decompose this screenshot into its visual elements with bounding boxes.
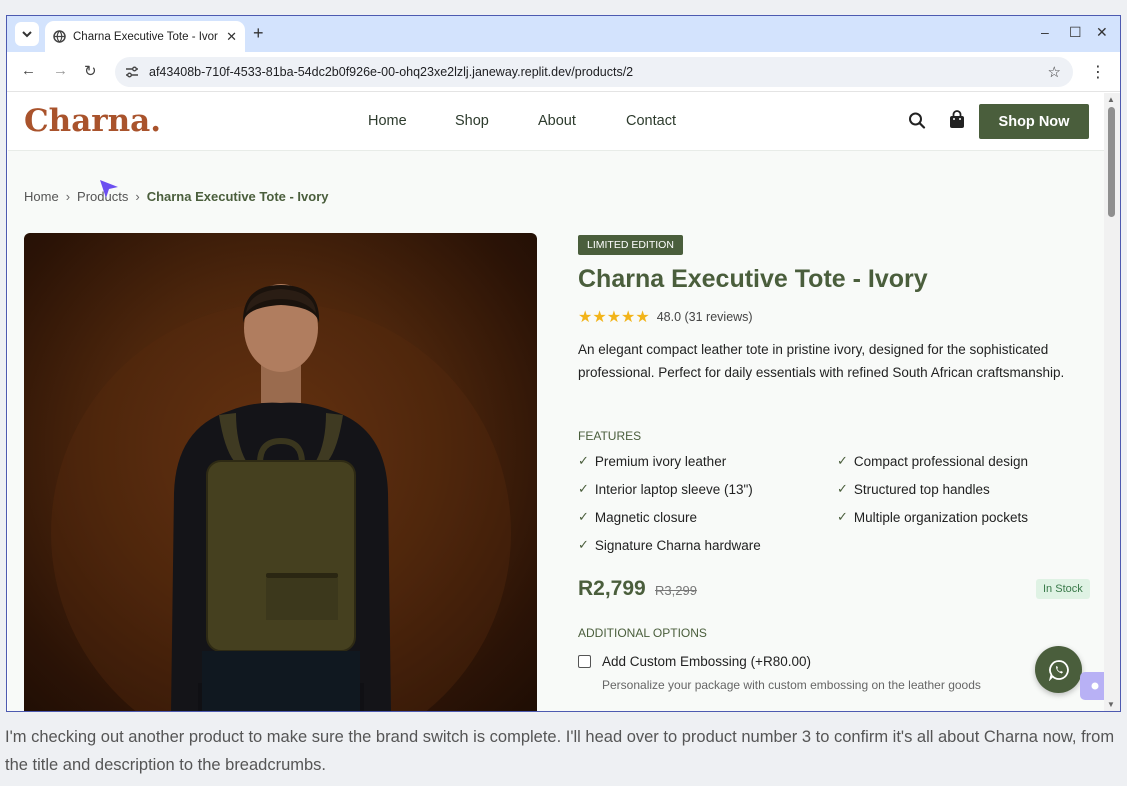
feature-item: ✓ Signature Charna hardware	[578, 537, 761, 553]
site-settings-icon[interactable]	[125, 66, 139, 78]
nav-shop[interactable]: Shop	[455, 113, 489, 129]
feature-item: ✓ Premium ivory leather	[578, 453, 727, 469]
embossing-description: Personalize your package with custom emb…	[602, 678, 981, 692]
dot-icon	[1091, 682, 1099, 690]
tab-title: Charna Executive Tote - Ivory	[73, 30, 218, 43]
checkmark-icon: ✓	[578, 509, 589, 524]
tab-close-icon[interactable]: ✕	[226, 29, 237, 45]
bookmark-star-icon[interactable]: ☆	[1048, 63, 1061, 81]
search-icon[interactable]	[908, 109, 926, 131]
site-logo[interactable]: Charna.	[24, 103, 161, 139]
url-field[interactable]: af43408b-710f-4533-81ba-54dc2b0f926e-00-…	[115, 57, 1073, 87]
feature-item: ✓ Magnetic closure	[578, 509, 697, 525]
page-viewport: Charna. Home Shop About Contact Shop Now…	[8, 93, 1104, 711]
product-title: Charna Executive Tote - Ivory	[578, 265, 928, 293]
checkmark-icon: ✓	[578, 481, 589, 496]
reload-icon[interactable]: ↻	[84, 62, 97, 80]
url-text: af43408b-710f-4533-81ba-54dc2b0f926e-00-…	[149, 65, 634, 79]
checkmark-icon: ✓	[837, 481, 848, 496]
tab-search-button[interactable]	[15, 22, 39, 46]
nav-about[interactable]: About	[538, 113, 576, 129]
vertical-scrollbar[interactable]: ▲ ▼	[1104, 93, 1120, 711]
checkmark-icon: ✓	[837, 509, 848, 524]
limited-edition-badge: LIMITED EDITION	[578, 235, 683, 255]
tab-strip: Charna Executive Tote - Ivory ✕ + – ☐ ✕	[7, 16, 1120, 52]
minimize-button[interactable]: –	[1041, 24, 1049, 40]
chevron-right-icon: ›	[135, 189, 140, 204]
product-description: An elegant compact leather tote in prist…	[578, 342, 1065, 380]
nav-contact[interactable]: Contact	[626, 113, 676, 129]
browser-window: Charna Executive Tote - Ivory ✕ + – ☐ ✕ …	[6, 15, 1121, 712]
scroll-down-arrow-icon[interactable]: ▼	[1107, 700, 1115, 709]
nav-home[interactable]: Home	[368, 113, 407, 129]
rating-text[interactable]: 48.0 (31 reviews)	[657, 310, 753, 324]
additional-options-heading: ADDITIONAL OPTIONS	[578, 626, 707, 640]
breadcrumb: Home › Products › Charna Executive Tote …	[24, 189, 329, 204]
model-with-backpack-image	[51, 284, 511, 711]
whatsapp-icon	[1048, 659, 1069, 681]
mouse-cursor-icon	[100, 180, 118, 198]
checkmark-icon: ✓	[578, 537, 589, 552]
maximize-button[interactable]: ☐	[1069, 24, 1082, 41]
checkmark-icon: ✓	[837, 453, 848, 468]
forward-arrow-icon[interactable]: →	[53, 62, 68, 79]
product-price: R2,799	[578, 577, 646, 600]
star-rating-icon: ★★★★★	[578, 309, 650, 326]
original-price: R3,299	[655, 583, 697, 598]
breadcrumb-home[interactable]: Home	[24, 189, 59, 204]
globe-icon	[53, 30, 66, 43]
embossing-label[interactable]: Add Custom Embossing (+R80.00)	[602, 654, 811, 669]
embossing-option[interactable]: Add Custom Embossing (+R80.00)	[578, 654, 811, 669]
tab-active[interactable]: Charna Executive Tote - Ivory ✕	[45, 21, 245, 52]
feature-item: ✓ Multiple organization pockets	[837, 509, 1029, 525]
whatsapp-chat-button[interactable]	[1035, 646, 1082, 693]
shop-now-button[interactable]: Shop Now	[979, 104, 1089, 139]
feature-item: ✓ Structured top handles	[837, 481, 990, 497]
shopping-bag-icon[interactable]	[948, 109, 966, 131]
assistant-widget-button[interactable]	[1080, 672, 1104, 700]
product-rating: ★★★★★ 48.0 (31 reviews)	[578, 307, 753, 327]
agent-caption: I'm checking out another product to make…	[5, 728, 1115, 774]
checkmark-icon: ✓	[578, 453, 589, 468]
back-arrow-icon[interactable]: ←	[21, 62, 36, 79]
scrollbar-thumb[interactable]	[1108, 107, 1115, 217]
embossing-checkbox[interactable]	[578, 655, 591, 668]
browser-menu-icon[interactable]: ⋮	[1090, 62, 1106, 82]
feature-item: ✓ Compact professional design	[837, 453, 1029, 469]
features-heading: FEATURES	[578, 429, 642, 443]
feature-item: ✓ Interior laptop sleeve (13")	[578, 481, 753, 497]
breadcrumb-current: Charna Executive Tote - Ivory	[146, 189, 329, 204]
chevron-down-icon	[22, 30, 32, 37]
scroll-up-arrow-icon[interactable]: ▲	[1107, 95, 1115, 104]
address-bar: ← → ↻ af43408b-710f-4533-81ba-54dc2b0f92…	[7, 52, 1120, 92]
close-window-button[interactable]: ✕	[1096, 24, 1108, 41]
chevron-right-icon: ›	[65, 189, 71, 204]
product-image[interactable]	[24, 233, 537, 711]
new-tab-button[interactable]: +	[253, 23, 264, 44]
stock-badge: In Stock	[1036, 579, 1090, 599]
site-header: Charna. Home Shop About Contact Shop Now	[8, 93, 1104, 151]
